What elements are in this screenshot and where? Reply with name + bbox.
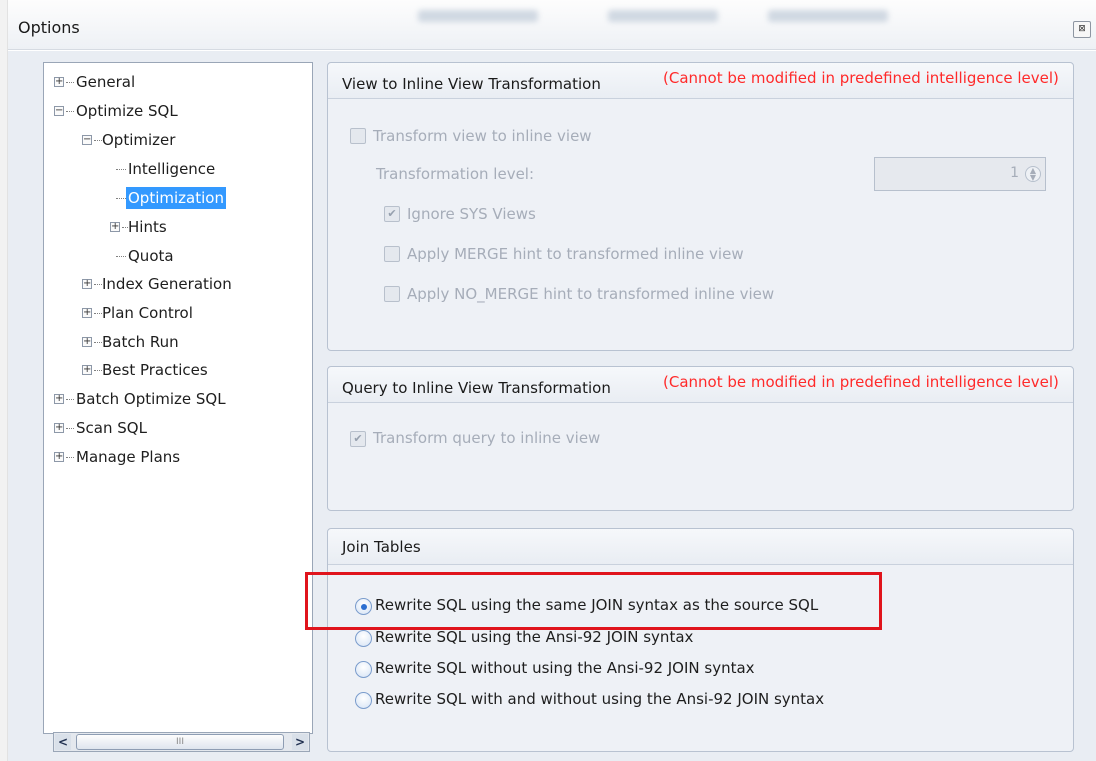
tree-connector (66, 82, 74, 83)
join-without-ansi92-radio[interactable] (355, 661, 372, 678)
group-header: Query to Inline View Transformation (Can… (328, 367, 1073, 403)
tree-connector (116, 169, 126, 170)
tree-connector (94, 140, 102, 141)
ignore-sys-views-label: Ignore SYS Views (407, 205, 536, 223)
tree-connector (94, 342, 102, 343)
apply-merge-hint-label: Apply MERGE hint to transformed inline v… (407, 245, 744, 263)
stepper-icon[interactable]: ▲ ▼ (1025, 166, 1041, 182)
transform-query-label: Transform query to inline view (373, 429, 601, 447)
dialog-title: Options (18, 18, 80, 37)
expand-icon[interactable]: + (54, 423, 64, 433)
scroll-right-icon[interactable]: > (292, 734, 308, 750)
tree-connector (116, 198, 126, 199)
collapse-icon[interactable]: − (82, 135, 92, 145)
tree-connector (66, 428, 74, 429)
tree-connector (116, 256, 126, 257)
transform-view-label: Transform view to inline view (373, 127, 592, 145)
tree-item-label-selected: Optimization (126, 187, 226, 209)
expand-icon[interactable]: + (82, 308, 92, 318)
group-title: View to Inline View Transformation (342, 75, 601, 93)
tree-connector (66, 111, 74, 112)
tree-connector (94, 313, 102, 314)
tree-item-label: Hints (128, 218, 167, 236)
stepper-value: 1 (1010, 165, 1019, 181)
tree-item-label: Manage Plans (76, 448, 181, 466)
join-option-label: Rewrite SQL using the Ansi-92 JOIN synta… (375, 628, 694, 646)
warning-text: (Cannot be modified in predefined intell… (663, 373, 1059, 391)
join-with-and-without-ansi92-radio[interactable] (355, 692, 372, 709)
warning-text: (Cannot be modified in predefined intell… (663, 69, 1059, 87)
ignore-sys-views-checkbox[interactable]: ✔ (384, 206, 400, 222)
expand-icon[interactable]: + (82, 365, 92, 375)
annotation-highlight-box (305, 572, 882, 630)
tree-connector (66, 457, 74, 458)
close-icon[interactable]: ⊠ (1073, 21, 1091, 38)
tree-item-label: Optimize SQL (76, 102, 178, 120)
group-title: Query to Inline View Transformation (342, 379, 611, 397)
join-option-label: Rewrite SQL with and without using the A… (375, 690, 825, 708)
left-window-edge (0, 0, 8, 761)
dialog-titlebar: Options ⊠ (8, 0, 1096, 50)
tree-item-label: Index Generation (102, 275, 232, 293)
expand-icon[interactable]: + (82, 337, 92, 347)
tree-item-label: Scan SQL (76, 419, 147, 437)
tree-connector (66, 399, 74, 400)
transformation-level-stepper[interactable]: 1 ▲ ▼ (874, 157, 1046, 191)
expand-icon[interactable]: + (54, 452, 64, 462)
tree-connector (94, 284, 102, 285)
expand-icon[interactable]: + (110, 222, 120, 232)
join-option-label: Rewrite SQL without using the Ansi-92 JO… (375, 659, 755, 677)
tree-item-label: Batch Optimize SQL (76, 390, 226, 408)
tree-item-label: Plan Control (102, 304, 193, 322)
expand-icon[interactable]: + (54, 77, 64, 87)
transformation-level-label: Transformation level: (376, 165, 535, 183)
expand-icon[interactable]: + (82, 279, 92, 289)
apply-no-merge-hint-label: Apply NO_MERGE hint to transformed inlin… (407, 285, 775, 303)
expand-icon[interactable]: + (54, 394, 64, 404)
transform-query-checkbox[interactable]: ✔ (350, 431, 366, 447)
tree-item-label: General (76, 73, 136, 91)
tree-connector (94, 370, 102, 371)
group-header: Join Tables (328, 529, 1073, 565)
group-title: Join Tables (342, 538, 421, 556)
join-ansi92-radio[interactable] (355, 630, 372, 647)
horizontal-scrollbar[interactable]: < III > (53, 732, 310, 752)
background-toolbar-blur (768, 10, 888, 22)
tree-item-label: Quota (128, 247, 174, 265)
tree-item-label: Optimizer (102, 131, 176, 149)
background-toolbar-blur (608, 10, 718, 22)
apply-merge-hint-checkbox[interactable] (384, 246, 400, 262)
scrollbar-thumb[interactable]: III (76, 734, 284, 750)
apply-no-merge-hint-checkbox[interactable] (384, 286, 400, 302)
tree-item-label: Batch Run (102, 333, 179, 351)
collapse-icon[interactable]: − (54, 106, 64, 116)
transform-view-checkbox[interactable] (350, 128, 366, 144)
scroll-left-icon[interactable]: < (55, 734, 71, 750)
background-toolbar-blur (418, 10, 538, 22)
group-header: View to Inline View Transformation (Cann… (328, 63, 1073, 99)
options-tree[interactable]: + General − Optimize SQL − Optimizer Int… (43, 62, 313, 752)
tree-item-label: Best Practices (102, 361, 208, 379)
tree-item-label: Intelligence (128, 160, 216, 178)
